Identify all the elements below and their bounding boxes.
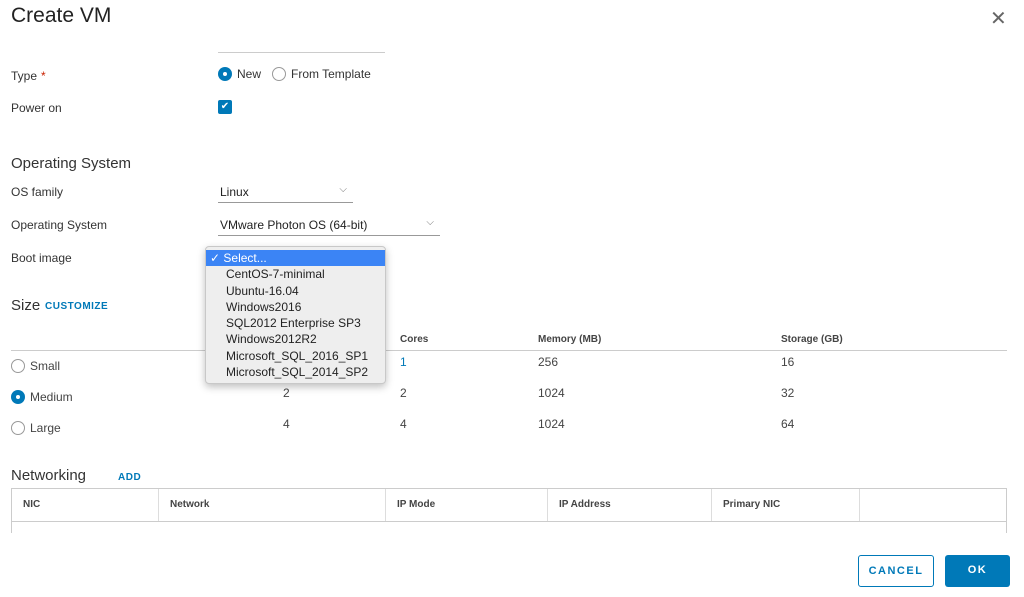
size-heading: Size (11, 297, 41, 314)
required-marker: * (41, 69, 46, 83)
ok-button[interactable]: OK (945, 555, 1010, 587)
size-row-large[interactable]: Large (11, 421, 61, 435)
dialog-title: Create VM (11, 4, 112, 27)
option-ubuntu[interactable]: Ubuntu-16.04 (206, 283, 385, 299)
os-select[interactable]: VMware Photon OS (64-bit) ⌵ (218, 215, 440, 236)
radio-from-template[interactable] (272, 67, 287, 81)
chevron-down-icon: ⌵ (339, 184, 347, 195)
cell-storage: 32 (781, 386, 795, 400)
size-name: Medium (30, 390, 73, 404)
radio-from-template-label[interactable]: From Template (291, 67, 371, 81)
option-sql2016[interactable]: Microsoft_SQL_2016_SP1 (206, 348, 385, 364)
option-sql2012[interactable]: SQL2012 Enterprise SP3 (206, 315, 385, 331)
col-nic: NIC (12, 489, 159, 521)
type-radio-group: New From Template (218, 67, 371, 81)
radio-large[interactable] (11, 421, 25, 435)
size-row-medium[interactable]: Medium (11, 390, 73, 404)
option-label: Select... (223, 251, 267, 265)
size-name: Large (30, 421, 61, 435)
name-input-underline[interactable] (218, 52, 385, 53)
cell-cores: 1 (400, 355, 407, 369)
cell-storage: 64 (781, 417, 795, 431)
os-family-select[interactable]: Linux ⌵ (218, 182, 353, 203)
option-windows2016[interactable]: Windows2016 (206, 299, 385, 315)
radio-new-label[interactable]: New (237, 67, 261, 81)
cell-cpus: 4 (283, 417, 290, 431)
power-on-label: Power on (11, 101, 62, 115)
type-label: Type * (11, 69, 46, 83)
cancel-button[interactable]: CANCEL (858, 555, 934, 587)
cell-cpus: 2 (283, 386, 290, 400)
power-on-checkbox[interactable]: ✔ (218, 100, 232, 114)
radio-small[interactable] (11, 359, 25, 373)
boot-image-dropdown: ✓ Select... CentOS-7-minimal Ubuntu-16.0… (205, 246, 386, 384)
col-ip-mode: IP Mode (386, 489, 548, 521)
networking-heading: Networking (11, 467, 87, 484)
option-sql2014[interactable]: Microsoft_SQL_2014_SP2 (206, 364, 385, 380)
size-row-small[interactable]: Small (11, 359, 60, 373)
cell-cores: 2 (400, 386, 407, 400)
os-family-value: Linux (220, 185, 249, 199)
option-windows2012r2[interactable]: Windows2012R2 (206, 331, 385, 347)
cell-memory: 256 (538, 355, 559, 369)
col-memory: Memory (MB) (538, 334, 602, 345)
col-network: Network (159, 489, 386, 521)
divider (12, 521, 1006, 522)
divider (11, 350, 1007, 351)
chevron-down-icon: ⌵ (426, 217, 434, 228)
add-nic-link[interactable]: ADD (118, 472, 141, 483)
col-primary-nic: Primary NIC (712, 489, 860, 521)
size-name: Small (30, 359, 61, 373)
option-centos[interactable]: CentOS-7-minimal (206, 266, 385, 282)
os-label: Operating System (11, 218, 108, 232)
os-family-label: OS family (11, 185, 64, 199)
cell-memory: 1024 (538, 386, 565, 400)
cell-memory: 1024 (538, 417, 565, 431)
col-cores: Cores (400, 334, 429, 345)
col-storage: Storage (GB) (781, 334, 843, 345)
os-value: VMware Photon OS (64-bit) (220, 218, 368, 232)
os-heading: Operating System (11, 155, 132, 172)
option-select[interactable]: ✓ Select... (206, 250, 385, 267)
cell-cores: 4 (400, 417, 407, 431)
radio-medium[interactable] (11, 390, 25, 404)
cell-storage: 16 (781, 355, 795, 369)
close-icon[interactable]: ✕ (990, 6, 1007, 31)
nic-table: NIC Network IP Mode IP Address Primary N… (11, 488, 1007, 533)
col-ip-address: IP Address (548, 489, 712, 521)
boot-image-label: Boot image (11, 251, 72, 265)
type-label-text: Type (11, 69, 38, 83)
radio-new[interactable] (218, 67, 232, 81)
customize-link[interactable]: CUSTOMIZE (45, 301, 108, 312)
